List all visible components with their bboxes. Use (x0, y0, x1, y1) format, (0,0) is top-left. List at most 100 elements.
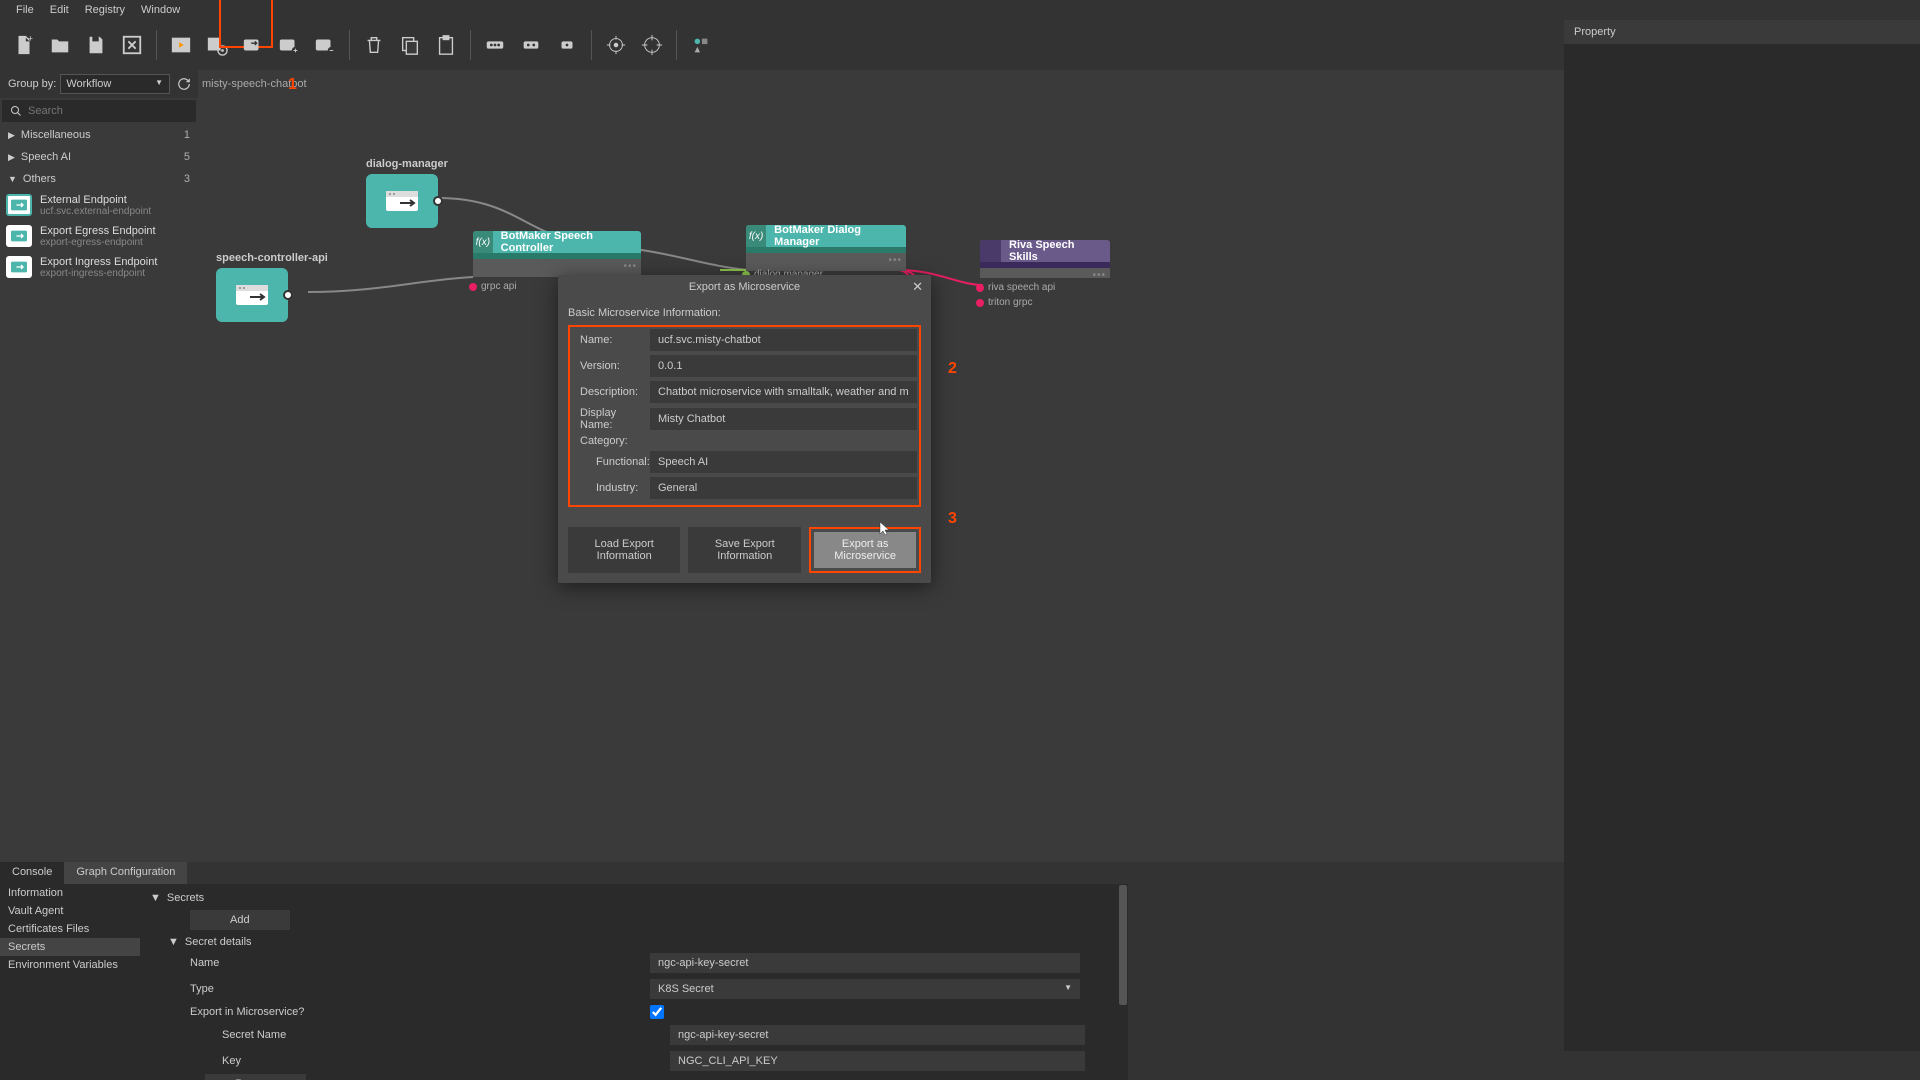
menu-file[interactable]: File (8, 2, 42, 18)
field-input-key[interactable] (670, 1051, 1085, 1071)
remove-icon[interactable] (309, 29, 341, 61)
label-version: Version: (572, 360, 650, 372)
chevron-right-icon: ▶ (8, 130, 15, 141)
dialog-title: Export as Microservice ✕ (558, 275, 931, 299)
tab-graph-config[interactable]: Graph Configuration (64, 862, 187, 884)
field-label-export: Export in Microservice? (150, 1006, 350, 1018)
port-dot[interactable] (976, 299, 984, 307)
new-file-icon[interactable]: + (8, 29, 40, 61)
label-category: Category: (572, 435, 650, 447)
nav-env[interactable]: Environment Variables (0, 956, 140, 974)
copy-icon[interactable] (394, 29, 426, 61)
secrets-header[interactable]: ▼Secrets (150, 890, 1108, 906)
port-dot[interactable] (976, 284, 984, 292)
field-label-key: Key (150, 1055, 320, 1067)
menu-window[interactable]: Window (133, 2, 188, 18)
nav-vault[interactable]: Vault Agent (0, 902, 140, 920)
refresh-icon[interactable] (174, 74, 194, 94)
fx-icon: f(x) (473, 231, 493, 253)
secret-details-header[interactable]: ▼Secret details (150, 934, 1108, 950)
open-folder-icon[interactable] (44, 29, 76, 61)
endpoint-external[interactable]: External Endpointucf.svc.external-endpoi… (0, 190, 198, 221)
label-display: Display Name: (572, 407, 650, 431)
canvas[interactable]: misty-speech-chatbot 1 dialog-manager sp… (198, 70, 1564, 862)
load-button[interactable]: Load Export Information (568, 527, 680, 573)
chevron-down-icon: ▼ (8, 174, 17, 184)
field-input-name[interactable] (650, 953, 1080, 973)
label-industry: Industry: (572, 482, 650, 494)
save-icon[interactable] (80, 29, 112, 61)
input-description[interactable] (650, 381, 917, 403)
dot1-icon[interactable] (551, 29, 583, 61)
field-checkbox-export[interactable] (650, 1005, 664, 1019)
callout-2: 2 (948, 360, 957, 378)
search-icon (10, 105, 22, 117)
menu-edit[interactable]: Edit (42, 2, 77, 18)
chevron-right-icon: ▶ (8, 152, 15, 163)
export-button[interactable]: Export as Microservice (814, 532, 916, 568)
tree-item-misc[interactable]: ▶Miscellaneous 1 (0, 124, 198, 146)
remove-button[interactable]: Remove (205, 1074, 306, 1080)
search-input[interactable] (28, 105, 188, 117)
property-panel-title: Property (1564, 20, 1920, 44)
tree-item-others[interactable]: ▼Others 3 (0, 168, 198, 190)
node-port[interactable] (433, 196, 443, 206)
chevron-down-icon: ▼ (150, 892, 161, 904)
bottom-panel: Console Graph Configuration Information … (0, 862, 1128, 1080)
dots-icon[interactable] (479, 29, 511, 61)
label-description: Description: (572, 386, 650, 398)
input-industry[interactable] (650, 477, 917, 499)
crosshair-icon[interactable] (636, 29, 668, 61)
property-panel: Property (1564, 20, 1920, 1051)
export-microservice-icon[interactable] (237, 29, 269, 61)
node-botmaker-dialog[interactable]: f(x) BotMaker Dialog Manager ••• dialog … (746, 225, 906, 271)
settings-gear-icon[interactable] (201, 29, 233, 61)
endpoint-egress[interactable]: Export Egress Endpointexport-egress-endp… (0, 221, 198, 252)
input-name[interactable] (650, 329, 917, 351)
close-file-icon[interactable] (116, 29, 148, 61)
groupby-row: Group by: Workflow (0, 70, 198, 98)
menubar: File Edit Registry Window (0, 0, 1920, 20)
shapes-icon[interactable] (685, 29, 717, 61)
endpoint-icon (6, 225, 32, 247)
cursor-icon (878, 520, 894, 536)
search-bar[interactable] (2, 100, 196, 122)
fx-icon: f(x) (746, 225, 766, 247)
import-icon[interactable] (273, 29, 305, 61)
run-icon[interactable] (165, 29, 197, 61)
endpoint-ingress[interactable]: Export Ingress Endpointexport-ingress-en… (0, 252, 198, 283)
paste-icon[interactable] (430, 29, 462, 61)
input-functional[interactable] (650, 451, 917, 473)
callout-1: 1 (288, 76, 297, 94)
scrollbar-thumb[interactable] (1119, 885, 1127, 1005)
field-label-name: Name (150, 957, 290, 969)
field-input-secretname[interactable] (670, 1025, 1085, 1045)
node-dialog-manager[interactable]: dialog-manager (366, 158, 448, 228)
tab-console[interactable]: Console (0, 862, 64, 884)
port-dot[interactable] (469, 283, 477, 291)
save-button[interactable]: Save Export Information (688, 527, 801, 573)
target-icon[interactable] (600, 29, 632, 61)
dots2-icon[interactable] (515, 29, 547, 61)
close-icon[interactable]: ✕ (912, 279, 923, 295)
endpoint-icon (6, 194, 32, 216)
delete-icon[interactable] (358, 29, 390, 61)
nav-secrets[interactable]: Secrets (0, 938, 140, 956)
field-label-secretname: Secret Name (150, 1029, 320, 1041)
node-riva[interactable]: Riva Speech Skills ••• riva speech api t… (980, 240, 1110, 278)
field-select-type[interactable]: K8S Secret (650, 979, 1080, 999)
menu-registry[interactable]: Registry (77, 2, 133, 18)
node-botmaker-speech[interactable]: f(x) BotMaker Speech Controller ••• grpc… (473, 231, 641, 277)
export-button-highlight: Export as Microservice (809, 527, 921, 573)
nav-certs[interactable]: Certificates Files (0, 920, 140, 938)
export-dialog: Export as Microservice ✕ Basic Microserv… (558, 275, 931, 583)
add-button[interactable]: Add (190, 910, 290, 930)
node-speech-controller[interactable]: speech-controller-api (216, 252, 328, 322)
bottom-tabs: Console Graph Configuration (0, 862, 1128, 884)
groupby-select[interactable]: Workflow (60, 74, 170, 94)
tree-item-speech[interactable]: ▶Speech AI 5 (0, 146, 198, 168)
input-display[interactable] (650, 408, 917, 430)
input-version[interactable] (650, 355, 917, 377)
nav-information[interactable]: Information (0, 884, 140, 902)
node-port[interactable] (283, 290, 293, 300)
